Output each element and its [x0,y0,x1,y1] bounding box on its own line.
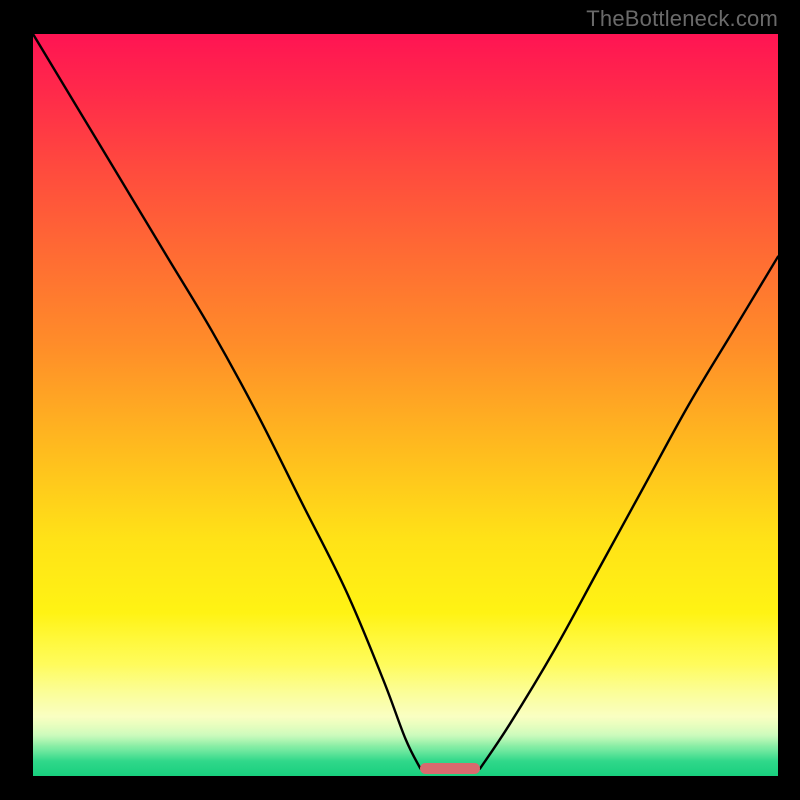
chart-container: TheBottleneck.com [0,0,800,800]
bottom-marker [420,763,480,773]
watermark-label: TheBottleneck.com [586,6,778,32]
curve-right [480,257,778,769]
curve-left [33,34,420,769]
bottleneck-curve [33,34,778,776]
plot-area [33,34,778,776]
